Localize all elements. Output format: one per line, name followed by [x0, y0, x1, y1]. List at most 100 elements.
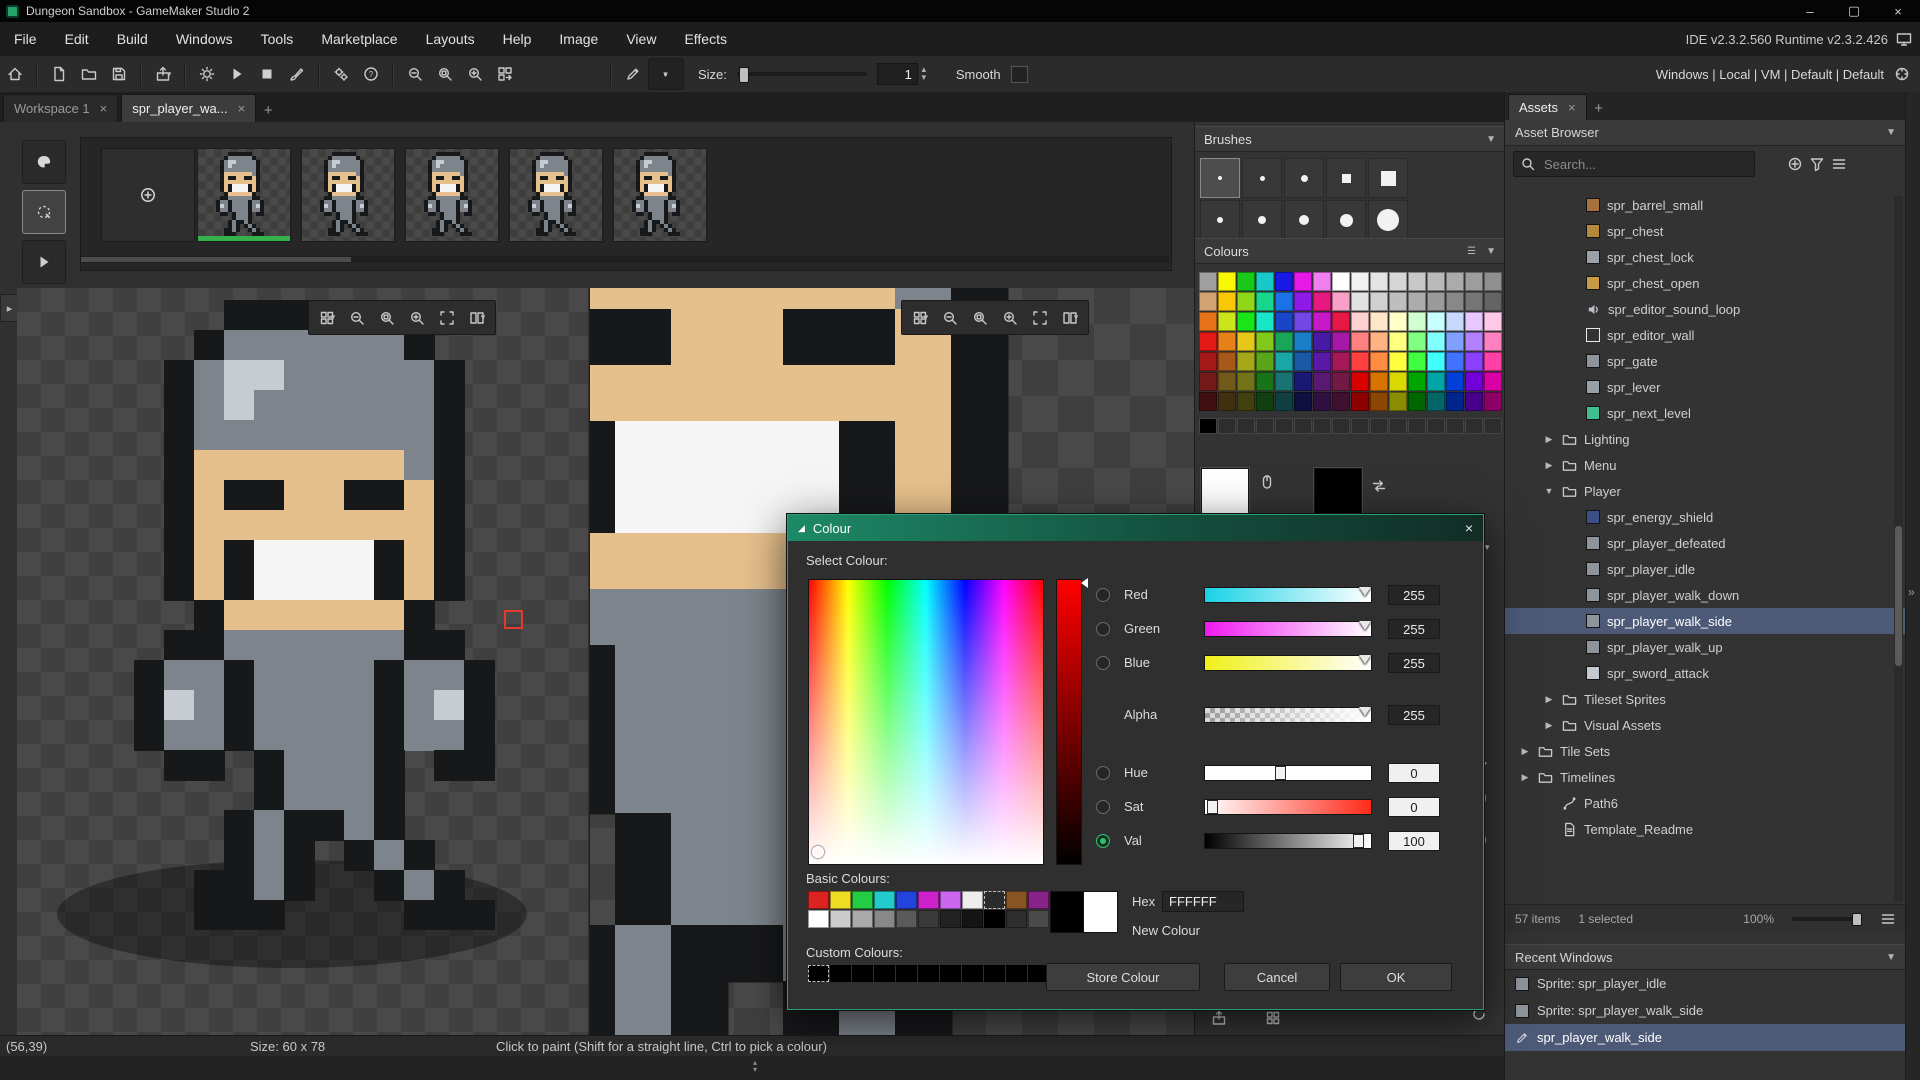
palette-swatch[interactable]: [1256, 292, 1274, 311]
palette-swatch[interactable]: [1427, 272, 1445, 291]
colour-dialog-titlebar[interactable]: ◢ Colour ×: [788, 515, 1483, 541]
colour-swatch[interactable]: [830, 910, 851, 928]
channel-value-val[interactable]: 100: [1388, 831, 1440, 851]
palette-swatch[interactable]: [1332, 372, 1350, 391]
channel-radio-sat[interactable]: [1096, 800, 1110, 814]
colour-swatch[interactable]: [874, 891, 895, 909]
brush-cell[interactable]: [1284, 200, 1324, 240]
menu-item-tools[interactable]: Tools: [247, 22, 308, 56]
asset-tree-item-spr_editor_sound_loop[interactable]: spr_editor_sound_loop: [1505, 296, 1906, 322]
asset-tree-item-player[interactable]: ▼ Player: [1505, 478, 1906, 504]
menu-item-view[interactable]: View: [612, 22, 670, 56]
canvas-split-button[interactable]: ▾: [1056, 305, 1084, 331]
runtime-monitor-icon[interactable]: [1896, 31, 1912, 47]
tree-zoom-slider[interactable]: [1792, 912, 1862, 926]
palette-swatch[interactable]: [1199, 272, 1217, 291]
colour-swatch[interactable]: [918, 910, 939, 928]
menu-item-effects[interactable]: Effects: [670, 22, 741, 56]
ok-button[interactable]: OK: [1340, 963, 1452, 991]
new-tab-button[interactable]: +: [1587, 96, 1611, 120]
brush-cell[interactable]: [1242, 200, 1282, 240]
channel-slider-red[interactable]: [1204, 587, 1372, 603]
stop-button[interactable]: [252, 59, 282, 89]
asset-tree-item-spr_lever[interactable]: spr_lever: [1505, 374, 1906, 400]
colour-swatch[interactable]: [962, 891, 983, 909]
chevron-down-icon[interactable]: ▼: [1486, 246, 1496, 257]
colour-swatch[interactable]: [808, 891, 829, 909]
asset-tree-item-spr_sword_attack[interactable]: spr_sword_attack: [1505, 660, 1906, 686]
brushes-header[interactable]: Brushes ▼: [1195, 126, 1505, 152]
palette-swatch[interactable]: [1446, 372, 1464, 391]
channel-slider-alpha[interactable]: [1204, 707, 1372, 723]
palette-swatch[interactable]: [1199, 392, 1217, 411]
expand-dock-button[interactable]: »: [1908, 585, 1915, 599]
palette-swatch[interactable]: [1427, 372, 1445, 391]
asset-menu-icon[interactable]: [1831, 156, 1847, 172]
asset-tree-item-tile sets[interactable]: ▶ Tile Sets: [1505, 738, 1906, 764]
slider-handle[interactable]: [1359, 621, 1372, 630]
dialog-close-button[interactable]: ×: [1465, 520, 1473, 536]
palette-swatch[interactable]: [1294, 352, 1312, 371]
palette-swatch[interactable]: [1237, 312, 1255, 331]
palette-swatch[interactable]: [1389, 392, 1407, 411]
chevron-right-icon[interactable]: ▶: [1543, 720, 1555, 731]
asset-tree-item-spr_chest_open[interactable]: spr_chest_open: [1505, 270, 1906, 296]
palette-swatch[interactable]: [1370, 312, 1388, 331]
colour-swatch[interactable]: [1028, 910, 1049, 928]
animation-frame-1[interactable]: [197, 148, 291, 242]
palette-swatch[interactable]: [1275, 332, 1293, 351]
recent-colour-slot[interactable]: [1275, 418, 1293, 434]
palette-swatch[interactable]: [1408, 332, 1426, 351]
asset-tree-item-spr_barrel_small[interactable]: spr_barrel_small: [1505, 192, 1906, 218]
menu-item-file[interactable]: File: [0, 22, 51, 56]
colour-swatch[interactable]: [1028, 891, 1049, 909]
palette-swatch[interactable]: [1446, 292, 1464, 311]
palette-swatch[interactable]: [1275, 272, 1293, 291]
palette-swatch[interactable]: [1465, 392, 1483, 411]
chevron-right-icon[interactable]: ▶: [1519, 772, 1531, 783]
palette-swatch[interactable]: [1199, 312, 1217, 331]
brush-cell[interactable]: [1242, 158, 1282, 198]
palette-swatch[interactable]: [1313, 292, 1331, 311]
slider-handle[interactable]: [1359, 587, 1372, 596]
grid-toggle-button[interactable]: ▾: [906, 305, 934, 331]
colour-swatch[interactable]: [940, 891, 961, 909]
colour-swatch[interactable]: [852, 891, 873, 909]
palette-swatch[interactable]: [1465, 312, 1483, 331]
asset-tree-item-spr_energy_shield[interactable]: spr_energy_shield: [1505, 504, 1906, 530]
palette-swatch[interactable]: [1332, 392, 1350, 411]
recent-colour-slot[interactable]: [1465, 418, 1483, 434]
palette-swatch[interactable]: [1427, 332, 1445, 351]
channel-slider-hue[interactable]: [1204, 765, 1372, 781]
frame-strip-scrollbar[interactable]: [81, 256, 1169, 263]
palette-swatch[interactable]: [1484, 272, 1502, 291]
palette-swatch[interactable]: [1351, 312, 1369, 331]
chevron-right-icon[interactable]: ▶: [1543, 460, 1555, 471]
palette-swatch[interactable]: [1408, 292, 1426, 311]
chevron-right-icon[interactable]: ▶: [1543, 434, 1555, 445]
selection-mode-button[interactable]: [22, 190, 66, 234]
palette-swatch[interactable]: [1237, 272, 1255, 291]
palette-swatch[interactable]: [1408, 372, 1426, 391]
clean-button[interactable]: [282, 59, 312, 89]
filter-icon[interactable]: [1809, 156, 1825, 172]
brush-size-slider[interactable]: [736, 67, 867, 83]
zoom-out-button[interactable]: [400, 59, 430, 89]
palette-swatch[interactable]: [1408, 352, 1426, 371]
canvas-fit-button[interactable]: [1026, 305, 1054, 331]
menu-item-image[interactable]: Image: [545, 22, 612, 56]
colour-swatch[interactable]: [1006, 965, 1027, 982]
menu-item-marketplace[interactable]: Marketplace: [307, 22, 411, 56]
asset-tree-item-spr_player_defeated[interactable]: spr_player_defeated: [1505, 530, 1906, 556]
colour-swatch[interactable]: [1006, 910, 1027, 928]
menu-item-build[interactable]: Build: [103, 22, 162, 56]
palette-swatch[interactable]: [1275, 312, 1293, 331]
palette-swatch[interactable]: [1294, 272, 1312, 291]
brush-cell[interactable]: [1200, 158, 1240, 198]
palette-swatch[interactable]: [1275, 392, 1293, 411]
menu-item-windows[interactable]: Windows: [162, 22, 247, 56]
palette-swatch[interactable]: [1237, 332, 1255, 351]
palette-swatch[interactable]: [1313, 352, 1331, 371]
chevron-down-icon[interactable]: ▼: [1543, 486, 1555, 496]
colour-swatch[interactable]: [940, 965, 961, 982]
